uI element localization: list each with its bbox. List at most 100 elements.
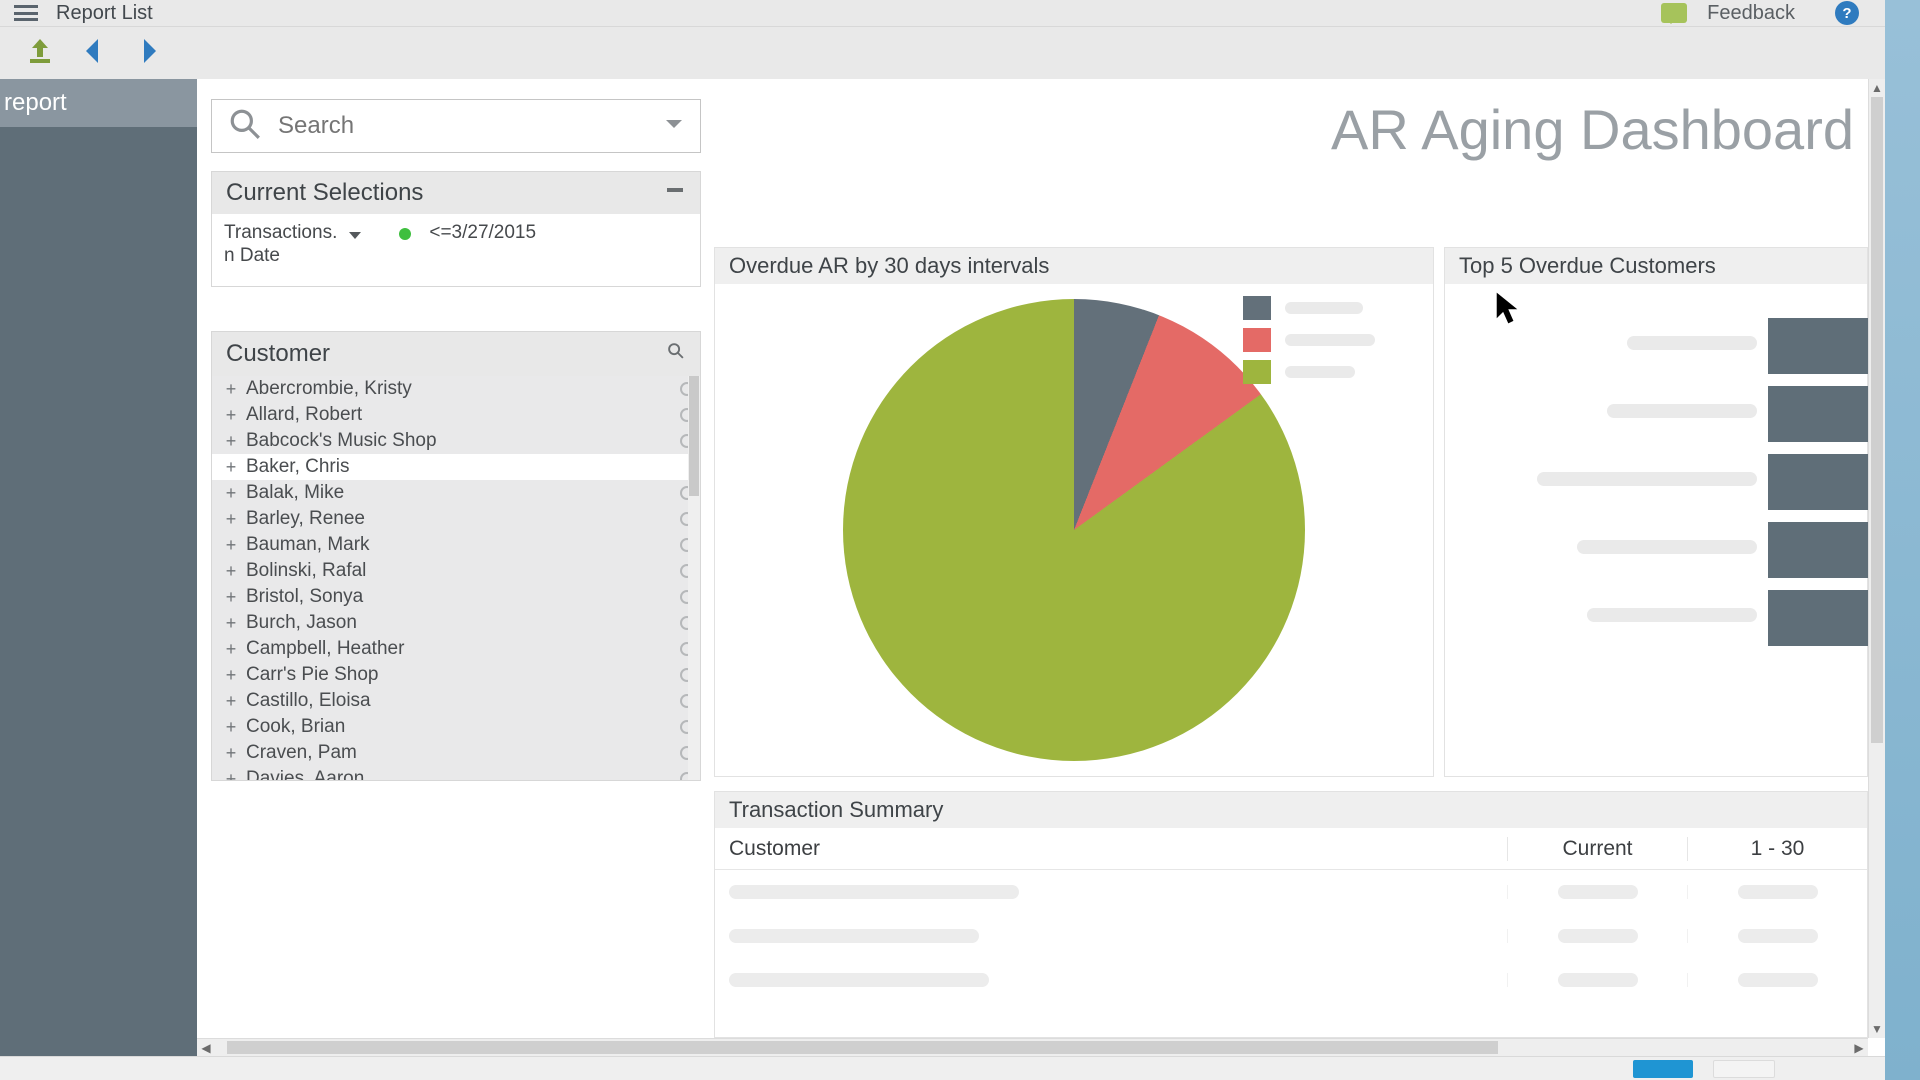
feedback-label[interactable]: Feedback: [1707, 2, 1795, 25]
selection-field: Transactions. n Date: [224, 222, 337, 268]
scroll-up-icon[interactable]: ▲: [1869, 79, 1885, 97]
list-item[interactable]: +Burch, Jason: [212, 610, 700, 636]
legend-label-placeholder: [1285, 334, 1375, 346]
expand-icon[interactable]: +: [222, 717, 240, 738]
list-item[interactable]: +Allard, Robert: [212, 402, 700, 428]
list-item[interactable]: +Abercrombie, Kristy: [212, 376, 700, 402]
expand-icon[interactable]: +: [222, 431, 240, 452]
selection-caret-icon[interactable]: [347, 226, 363, 248]
customer-name: Craven, Pam: [240, 742, 680, 764]
cell-placeholder: [1558, 973, 1638, 987]
selection-value: <=3/27/2015: [429, 222, 536, 244]
col-customer[interactable]: Customer: [715, 837, 1507, 861]
hscroll-thumb[interactable]: [227, 1041, 1498, 1054]
list-item[interactable]: +Bristol, Sonya: [212, 584, 700, 610]
collapse-icon[interactable]: [664, 179, 686, 208]
legend-item: [1243, 296, 1375, 320]
search-dropdown-icon[interactable]: [662, 112, 686, 141]
expand-icon[interactable]: +: [222, 535, 240, 556]
legend-item: [1243, 360, 1375, 384]
top5-value-bar: [1768, 522, 1868, 578]
search-input[interactable]: [278, 112, 648, 140]
expand-icon[interactable]: +: [222, 509, 240, 530]
pie-chart[interactable]: [715, 284, 1433, 776]
expand-icon[interactable]: +: [222, 639, 240, 660]
expand-icon[interactable]: +: [222, 743, 240, 764]
cell-placeholder: [1558, 929, 1638, 943]
table-row[interactable]: [715, 914, 1867, 958]
expand-icon[interactable]: +: [222, 457, 240, 478]
menubar: Report List Feedback ?: [0, 0, 1885, 27]
list-item[interactable]: +Carr's Pie Shop: [212, 662, 700, 688]
current-selections-title: Current Selections: [226, 179, 423, 207]
list-item[interactable]: +Campbell, Heather: [212, 636, 700, 662]
expand-icon[interactable]: +: [222, 691, 240, 712]
col-1-30[interactable]: 1 - 30: [1687, 837, 1867, 861]
expand-icon[interactable]: +: [222, 665, 240, 686]
top5-row[interactable]: [1445, 516, 1867, 584]
list-item[interactable]: +Baker, Chris: [212, 454, 700, 480]
expand-icon[interactable]: +: [222, 769, 240, 781]
vertical-scrollbar[interactable]: ▲ ▼: [1868, 79, 1885, 1038]
top5-panel: Top 5 Overdue Customers: [1444, 247, 1868, 777]
expand-icon[interactable]: +: [222, 613, 240, 634]
list-item[interactable]: +Craven, Pam: [212, 740, 700, 766]
footer-primary-button[interactable]: [1633, 1060, 1693, 1078]
scroll-thumb[interactable]: [1871, 97, 1883, 743]
footer-secondary-button[interactable]: [1713, 1060, 1775, 1078]
pie-panel: Overdue AR by 30 days intervals: [714, 247, 1434, 777]
list-item[interactable]: +Bauman, Mark: [212, 532, 700, 558]
top5-row[interactable]: [1445, 584, 1867, 652]
help-icon[interactable]: ?: [1835, 1, 1859, 25]
horizontal-scrollbar[interactable]: ◀ ▶: [197, 1038, 1868, 1056]
top5-row[interactable]: [1445, 380, 1867, 448]
pie-legend: [1243, 296, 1375, 384]
left-nav: report: [0, 79, 197, 1067]
export-icon[interactable]: [24, 35, 56, 72]
expand-icon[interactable]: +: [222, 561, 240, 582]
customer-scrollbar-thumb[interactable]: [689, 376, 699, 496]
nav-item-report[interactable]: report: [0, 79, 197, 127]
nav-back-icon[interactable]: [78, 35, 110, 72]
expand-icon[interactable]: +: [222, 587, 240, 608]
top5-body: [1445, 284, 1867, 776]
col-current[interactable]: Current: [1507, 837, 1687, 861]
expand-icon[interactable]: +: [222, 483, 240, 504]
expand-icon[interactable]: +: [222, 379, 240, 400]
customer-scrollbar[interactable]: [688, 376, 700, 780]
expand-icon[interactable]: +: [222, 405, 240, 426]
legend-item: [1243, 328, 1375, 352]
legend-swatch: [1243, 360, 1271, 384]
top5-value-bar: [1768, 454, 1868, 510]
table-row[interactable]: [715, 870, 1867, 914]
customer-list[interactable]: +Abercrombie, Kristy+Allard, Robert+Babc…: [212, 376, 700, 780]
scroll-track[interactable]: [1869, 97, 1885, 1020]
scroll-right-icon[interactable]: ▶: [1850, 1039, 1868, 1057]
top5-name-placeholder: [1537, 472, 1757, 486]
customer-name: Baker, Chris: [240, 456, 694, 478]
customer-name: Carr's Pie Shop: [240, 664, 680, 686]
list-item[interactable]: +Castillo, Eloisa: [212, 688, 700, 714]
list-item[interactable]: +Davies, Aaron: [212, 766, 700, 780]
top5-row[interactable]: [1445, 448, 1867, 516]
menubar-title: Report List: [56, 2, 153, 25]
scroll-left-icon[interactable]: ◀: [197, 1039, 215, 1057]
search-box[interactable]: [211, 99, 701, 153]
list-item[interactable]: +Bolinski, Rafal: [212, 558, 700, 584]
table-row[interactable]: [715, 958, 1867, 1002]
customer-name: Cook, Brian: [240, 716, 680, 738]
feedback-icon[interactable]: [1661, 3, 1687, 23]
current-selections-header: Current Selections: [212, 172, 700, 214]
cell-placeholder: [1738, 973, 1818, 987]
nav-forward-icon[interactable]: [132, 35, 164, 72]
customer-search-icon[interactable]: [666, 340, 686, 368]
list-item[interactable]: +Barley, Renee: [212, 506, 700, 532]
top5-row[interactable]: [1445, 312, 1867, 380]
list-item[interactable]: +Babcock's Music Shop: [212, 428, 700, 454]
hamburger-icon[interactable]: [14, 5, 38, 21]
search-icon: [228, 107, 262, 146]
scroll-down-icon[interactable]: ▼: [1869, 1020, 1885, 1038]
list-item[interactable]: +Balak, Mike: [212, 480, 700, 506]
transaction-summary-title: Transaction Summary: [715, 792, 1867, 828]
list-item[interactable]: +Cook, Brian: [212, 714, 700, 740]
